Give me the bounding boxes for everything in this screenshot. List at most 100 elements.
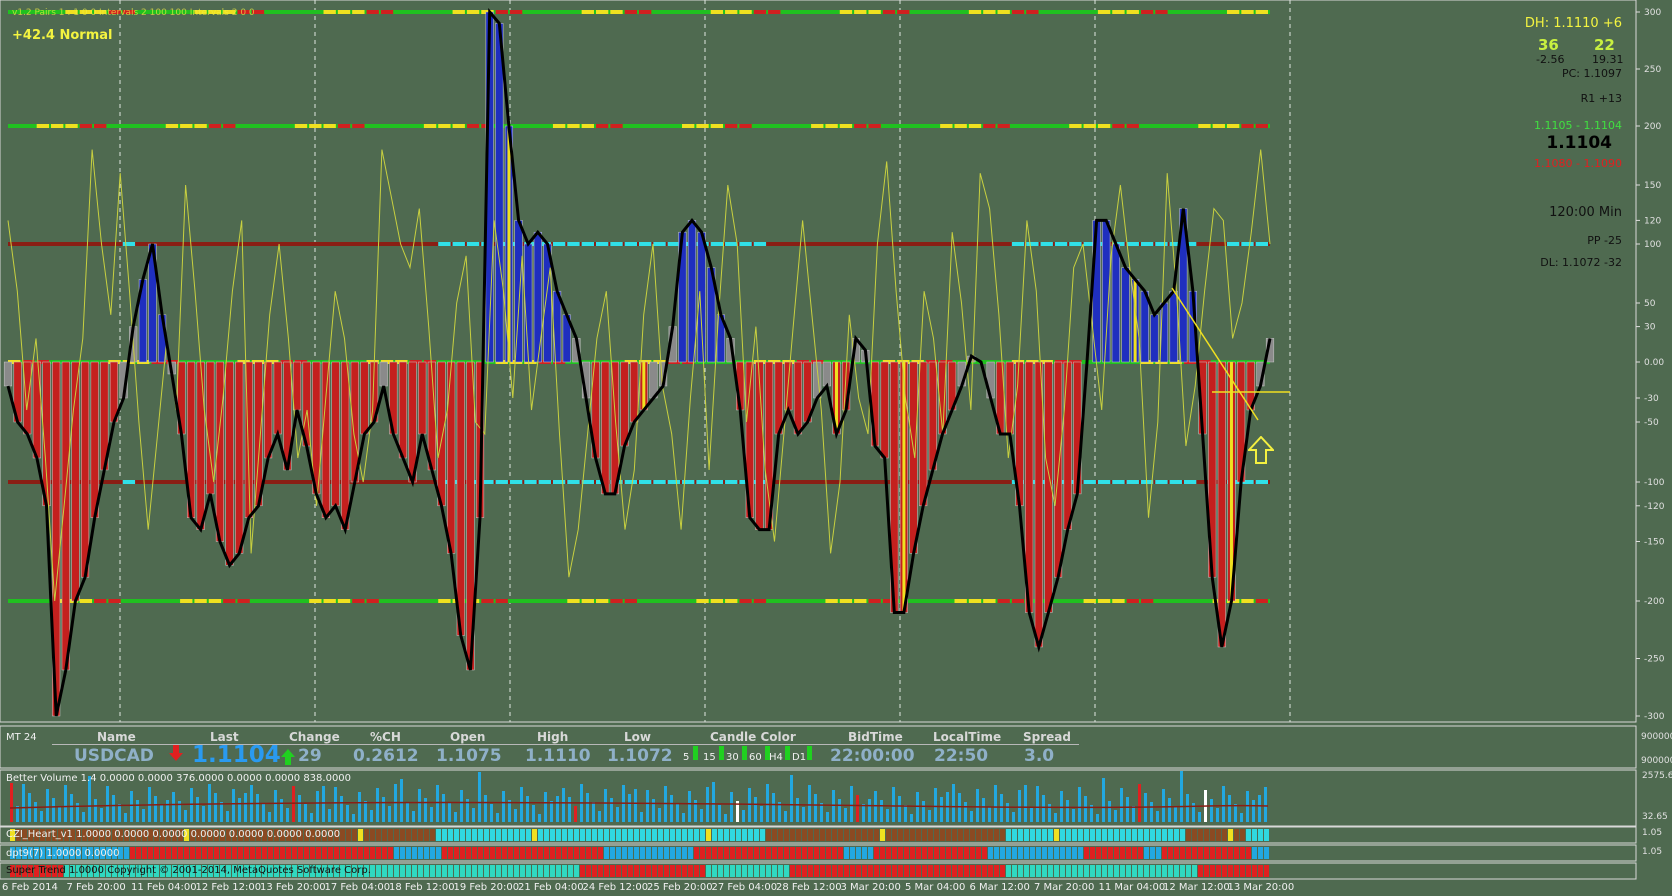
dpt-cell <box>1018 847 1023 859</box>
bidtime-value: 22:00:00 <box>830 746 915 766</box>
dpt-cell <box>604 847 609 859</box>
volume-bar <box>1066 800 1069 822</box>
supertrend-cell <box>850 865 855 877</box>
dashboard-axis-top: 9000000 <box>1641 732 1672 742</box>
volume-bar <box>676 804 679 822</box>
level-seg-2-28 <box>409 242 422 246</box>
dpt-cell <box>370 847 375 859</box>
supertrend-cell <box>1108 865 1113 877</box>
heart-cell <box>538 829 543 841</box>
volume-bar <box>22 784 25 822</box>
supertrend-cell <box>604 865 609 877</box>
level-seg-1-14 <box>208 124 222 128</box>
histogram-bar <box>1121 267 1130 363</box>
histogram-bar <box>1034 361 1043 648</box>
level-seg-5-65 <box>940 599 953 603</box>
histogram-bar <box>3 361 13 387</box>
symbol-name[interactable]: USDCAD <box>74 746 154 766</box>
volume-bar <box>472 808 475 822</box>
level-seg-2-25 <box>366 242 379 246</box>
dpt-cell <box>268 847 273 859</box>
volume-bar <box>400 779 403 822</box>
heart-cell <box>682 829 687 841</box>
supertrend-cell <box>898 865 903 877</box>
volume-bar <box>934 788 937 822</box>
supertrend-cell <box>928 865 933 877</box>
supertrend-cell <box>382 865 387 877</box>
tf-15-bar <box>719 746 724 760</box>
dpt-cell <box>364 847 369 859</box>
level-seg-1-19 <box>280 124 293 128</box>
histogram-bar <box>321 361 330 518</box>
volume-bar <box>1252 800 1255 822</box>
level-seg-0-22 <box>323 10 336 14</box>
dpt-cell <box>928 847 933 859</box>
dpt-cell <box>1048 847 1053 859</box>
level-seg-1-37 <box>538 124 551 128</box>
level-seg-4-60 <box>868 480 881 484</box>
heart-cell <box>370 829 375 841</box>
heart-cell <box>988 829 993 841</box>
volume-bar <box>856 795 859 822</box>
supertrend-cell <box>400 865 405 877</box>
volume-bar <box>58 807 61 822</box>
level-seg-1-56 <box>811 124 824 128</box>
supertrend-cell <box>1114 865 1119 877</box>
supertrend-cell <box>766 865 771 877</box>
dpt-cell <box>166 847 171 859</box>
dpt-cell <box>994 847 999 859</box>
heart-cell <box>1246 829 1251 841</box>
dpt-cell <box>232 847 237 859</box>
heart-cell <box>574 829 579 841</box>
level-seg-2-63 <box>911 242 924 246</box>
level-seg-0-59 <box>854 10 867 14</box>
level-seg-1-12 <box>180 124 193 128</box>
level-seg-5-50 <box>725 599 738 603</box>
supertrend-cell <box>628 865 633 877</box>
dpt-cell <box>856 847 861 859</box>
last-price: 1.1104 <box>192 742 281 768</box>
level-seg-5-7 <box>108 599 121 603</box>
level-seg-1-65 <box>940 124 953 128</box>
supertrend-cell <box>508 865 513 877</box>
level-seg-5-56 <box>811 599 824 603</box>
time-axis-label: 21 Feb 04:00 <box>518 882 584 893</box>
volume-bar <box>1246 791 1249 822</box>
supertrend-cell <box>1240 865 1245 877</box>
histogram-bar <box>456 361 465 636</box>
marker-bar-1 <box>642 362 646 410</box>
dpt-cell <box>880 847 885 859</box>
dpt-cell <box>244 847 249 859</box>
supertrend-cell <box>646 865 651 877</box>
dpt-cell <box>280 847 285 859</box>
volume-bar <box>94 799 97 822</box>
dpt-cell <box>1108 847 1113 859</box>
supertrend-cell <box>838 865 843 877</box>
histogram-bar <box>1111 243 1120 363</box>
dpt-cell <box>382 847 387 859</box>
volume-bar <box>424 798 427 822</box>
volume-bar <box>262 803 265 822</box>
level-seg-4-82 <box>1183 480 1197 484</box>
dpt-cell <box>178 847 183 859</box>
supertrend-cell <box>598 865 603 877</box>
volume-bar <box>826 812 829 822</box>
y-tick-label: -100 <box>1644 478 1665 488</box>
volume-bar <box>316 791 319 822</box>
level-seg-2-1 <box>22 242 35 246</box>
heart-cell <box>1138 829 1143 841</box>
volume-bar <box>160 805 163 822</box>
heart-cell <box>580 829 585 841</box>
supertrend-cell <box>532 865 537 877</box>
supertrend-cell <box>994 865 999 877</box>
supertrend-cell <box>412 865 417 877</box>
dpt-cell <box>328 847 333 859</box>
y-tick-label: -30 <box>1644 394 1659 404</box>
volume-bar <box>964 802 967 822</box>
supertrend-cell <box>1156 865 1161 877</box>
supertrend-cell <box>700 865 705 877</box>
volume-bar <box>1006 803 1009 822</box>
supertrend-cell <box>1084 865 1089 877</box>
dpt-cell <box>1102 847 1107 859</box>
heart-cell <box>952 829 957 841</box>
